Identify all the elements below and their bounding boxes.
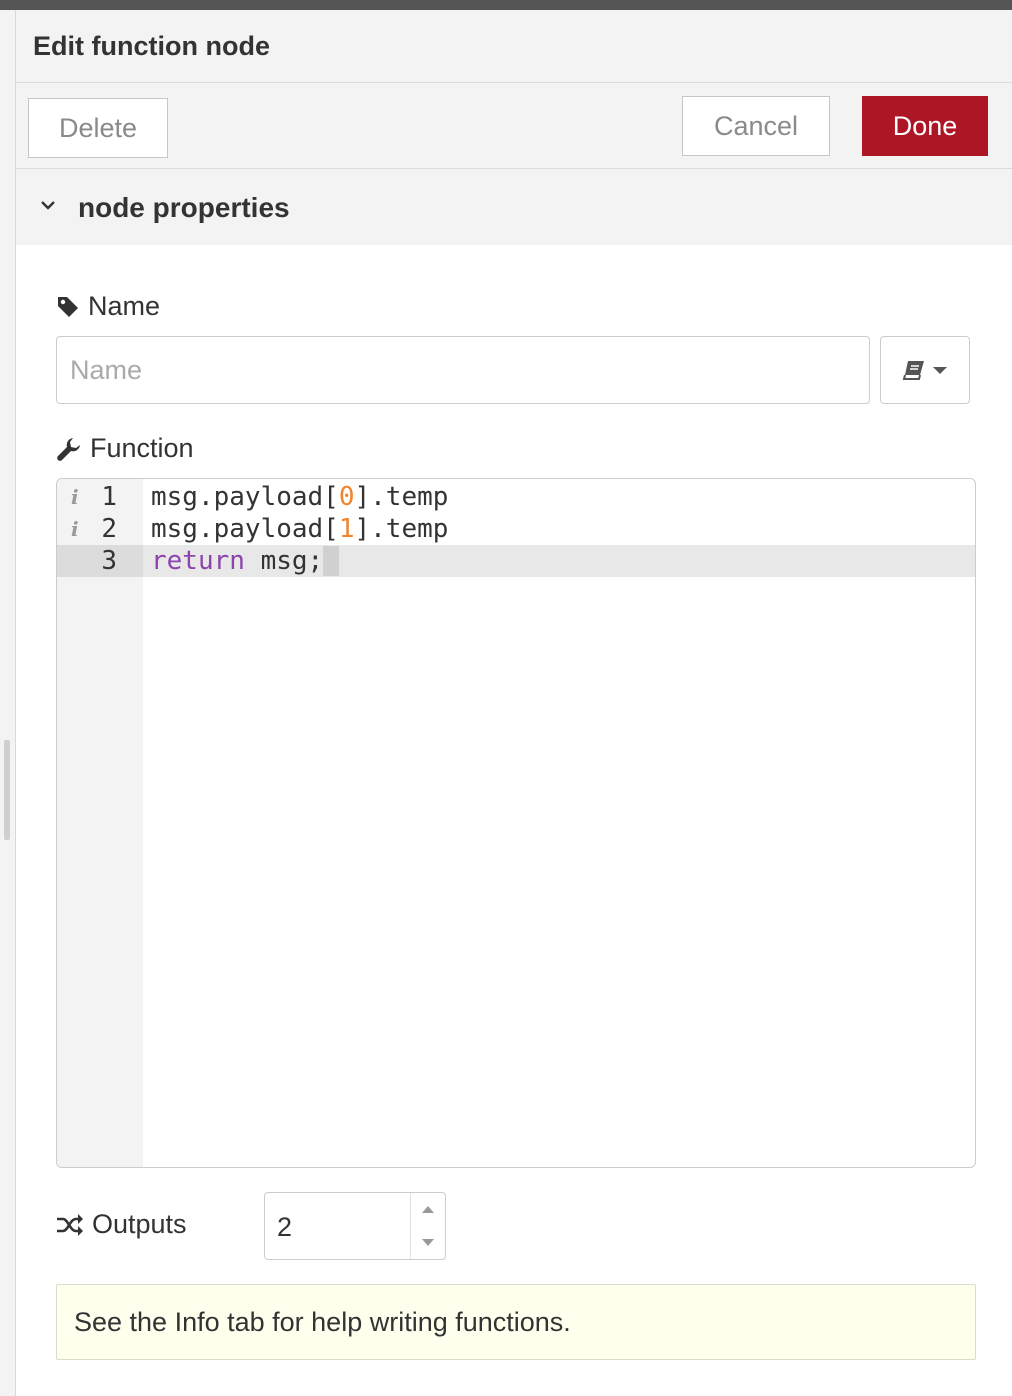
top-bar [0,0,1012,10]
info-icon[interactable]: i [71,481,79,513]
wrench-icon [57,437,80,461]
section-title: node properties [78,192,290,223]
code-text: msg.payload[0].temp [151,482,449,512]
caret-down-icon [933,367,947,374]
chevron-down-icon[interactable] [38,195,58,215]
outputs-label: Outputs [92,1209,187,1239]
shuffle-icon [57,1213,83,1236]
code-text: return msg; [151,545,339,577]
line-number: 2 [101,514,117,544]
decrement-button[interactable] [411,1226,445,1259]
dialog-header: Edit function node [16,10,1012,83]
outputs-spinner [410,1193,445,1259]
dialog-toolbar: Delete Cancel Done [16,83,1012,169]
name-input[interactable] [56,336,870,404]
code-text: msg.payload[1].temp [151,514,449,544]
outputs-label-row: Outputs [56,1209,187,1240]
book-icon [902,361,924,380]
line-gutter: i 1 [57,481,143,513]
caret-down-icon [422,1239,434,1246]
outputs-value[interactable]: 2 [277,1212,292,1243]
library-button[interactable] [880,336,970,404]
caret-up-icon [422,1206,434,1213]
line-gutter: 3 [57,545,143,577]
code-line[interactable]: i 2 msg.payload[1].temp [57,513,975,545]
outputs-stepper[interactable]: 2 [264,1192,446,1260]
dialog-title: Edit function node [33,31,270,61]
node-properties-section[interactable]: node properties [16,169,1012,245]
code-line-active[interactable]: 3 return msg; [57,545,975,577]
tag-icon [58,296,78,317]
function-label-row: Function [56,433,194,464]
done-button[interactable]: Done [862,96,988,156]
name-label: Name [88,291,161,321]
help-tip: See the Info tab for help writing functi… [56,1284,976,1360]
code-line[interactable]: i 1 msg.payload[0].temp [57,481,975,513]
cancel-button[interactable]: Cancel [682,96,830,156]
delete-button[interactable]: Delete [28,98,168,158]
code-editor[interactable]: i 1 msg.payload[0].temp i 2 msg.payload[… [56,478,976,1168]
editor-gutter [57,479,143,1167]
name-label-row: Name [56,291,160,322]
line-gutter: i 2 [57,513,143,545]
info-icon[interactable]: i [71,513,79,545]
increment-button[interactable] [411,1193,445,1226]
splitter-handle[interactable] [4,740,10,840]
line-number: 3 [101,546,117,576]
tip-text: See the Info tab for help writing functi… [74,1307,571,1337]
line-number: 1 [101,482,117,512]
sidebar-splitter[interactable] [0,10,16,1396]
function-label: Function [90,433,194,463]
